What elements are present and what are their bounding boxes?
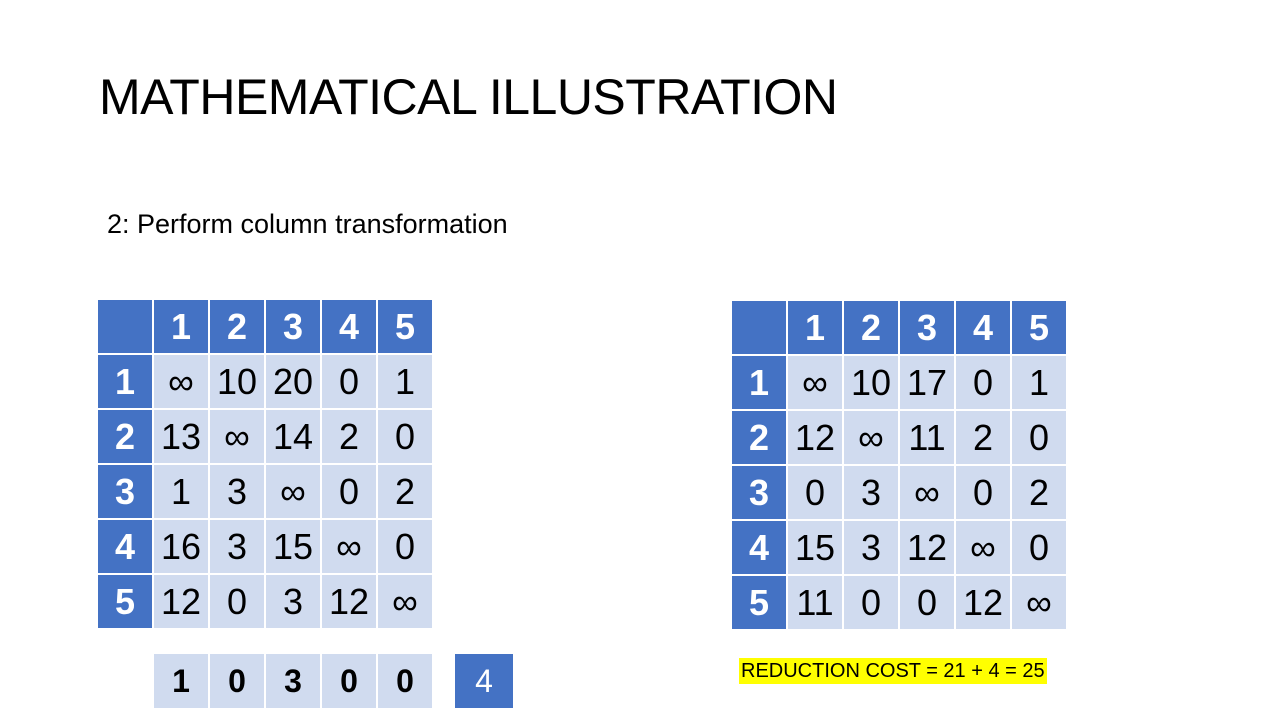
matrix-corner-cell [732, 301, 786, 354]
reduction-value: 3 [266, 654, 320, 708]
reduction-total: 4 [455, 654, 513, 708]
column-header: 5 [378, 300, 432, 353]
matrix-cell: 3 [844, 466, 898, 519]
matrix-cell: 11 [900, 411, 954, 464]
reduction-cost-label: REDUCTION COST = 21 + 4 = 25 [739, 658, 1047, 684]
original-cost-matrix: 1 2 3 4 5 1 ∞ 10 20 0 1 2 13 ∞ 14 2 0 3 … [96, 298, 434, 630]
matrix-row: 5 12 0 3 12 ∞ [98, 575, 432, 628]
matrix-cell: 14 [266, 410, 320, 463]
matrix-row: 1 ∞ 10 17 0 1 [732, 356, 1066, 409]
matrix-cell: 2 [1012, 466, 1066, 519]
matrix-cell: 0 [900, 576, 954, 629]
matrix-cell: ∞ [154, 355, 208, 408]
matrix-cell: 12 [900, 521, 954, 574]
matrix-cell: ∞ [788, 356, 842, 409]
matrix-cell: 0 [210, 575, 264, 628]
matrix-cell: 0 [322, 465, 376, 518]
matrix-cell: 12 [322, 575, 376, 628]
matrix-cell: 2 [322, 410, 376, 463]
matrix-row: 1 ∞ 10 20 0 1 [98, 355, 432, 408]
row-header: 2 [732, 411, 786, 464]
matrix-cell: 0 [844, 576, 898, 629]
matrix-cell: 12 [956, 576, 1010, 629]
slide-title: MATHEMATICAL ILLUSTRATION [99, 69, 838, 125]
matrix-cell: 3 [210, 520, 264, 573]
row-header: 1 [98, 355, 152, 408]
matrix-cell: 10 [210, 355, 264, 408]
matrix-row: 5 11 0 0 12 ∞ [732, 576, 1066, 629]
reduced-cost-matrix: 1 2 3 4 5 1 ∞ 10 17 0 1 2 12 ∞ 11 2 0 3 … [730, 299, 1068, 631]
matrix-cell: 11 [788, 576, 842, 629]
matrix-cell: ∞ [956, 521, 1010, 574]
matrix-cell: 1 [1012, 356, 1066, 409]
matrix-row: 2 13 ∞ 14 2 0 [98, 410, 432, 463]
column-header: 2 [210, 300, 264, 353]
matrix-cell: 16 [154, 520, 208, 573]
row-header: 5 [98, 575, 152, 628]
reduction-value: 0 [322, 654, 376, 708]
matrix-row: 3 0 3 ∞ 0 2 [732, 466, 1066, 519]
matrix-row: 3 1 3 ∞ 0 2 [98, 465, 432, 518]
column-reduction-row: 1 0 3 0 0 [152, 652, 434, 710]
matrix-cell: 0 [378, 520, 432, 573]
matrix-cell: 0 [378, 410, 432, 463]
column-header: 1 [788, 301, 842, 354]
matrix-cell: 0 [956, 466, 1010, 519]
matrix-cell: 3 [266, 575, 320, 628]
row-header: 5 [732, 576, 786, 629]
row-header: 3 [98, 465, 152, 518]
row-header: 4 [98, 520, 152, 573]
matrix-row: 4 15 3 12 ∞ 0 [732, 521, 1066, 574]
slide-subtitle: 2: Perform column transformation [107, 209, 508, 239]
reduction-value: 0 [210, 654, 264, 708]
matrix-cell: ∞ [844, 411, 898, 464]
matrix-cell: ∞ [322, 520, 376, 573]
matrix-cell: 20 [266, 355, 320, 408]
matrix-cell: 15 [266, 520, 320, 573]
matrix-cell: 2 [956, 411, 1010, 464]
matrix-row: 2 12 ∞ 11 2 0 [732, 411, 1066, 464]
matrix-header-row: 1 2 3 4 5 [732, 301, 1066, 354]
column-header: 5 [1012, 301, 1066, 354]
matrix-cell: ∞ [1012, 576, 1066, 629]
column-header: 3 [900, 301, 954, 354]
matrix-cell: 1 [378, 355, 432, 408]
matrix-cell: 0 [1012, 411, 1066, 464]
row-header: 3 [732, 466, 786, 519]
matrix-cell: 17 [900, 356, 954, 409]
matrix-cell: ∞ [266, 465, 320, 518]
matrix-cell: 1 [154, 465, 208, 518]
reduction-value: 0 [378, 654, 432, 708]
matrix-cell: 0 [322, 355, 376, 408]
matrix-row: 4 16 3 15 ∞ 0 [98, 520, 432, 573]
row-header: 2 [98, 410, 152, 463]
row-header: 1 [732, 356, 786, 409]
column-header: 3 [266, 300, 320, 353]
matrix-cell: 0 [788, 466, 842, 519]
column-header: 2 [844, 301, 898, 354]
matrix-cell: 2 [378, 465, 432, 518]
reduction-value: 1 [154, 654, 208, 708]
row-header: 4 [732, 521, 786, 574]
matrix-corner-cell [98, 300, 152, 353]
matrix-cell: 12 [788, 411, 842, 464]
matrix-cell: ∞ [900, 466, 954, 519]
column-header: 4 [956, 301, 1010, 354]
matrix-header-row: 1 2 3 4 5 [98, 300, 432, 353]
column-header: 4 [322, 300, 376, 353]
matrix-cell: 15 [788, 521, 842, 574]
column-header: 1 [154, 300, 208, 353]
matrix-cell: ∞ [378, 575, 432, 628]
matrix-cell: 0 [956, 356, 1010, 409]
matrix-cell: 0 [1012, 521, 1066, 574]
matrix-cell: 3 [844, 521, 898, 574]
matrix-cell: 3 [210, 465, 264, 518]
matrix-cell: 13 [154, 410, 208, 463]
matrix-cell: 12 [154, 575, 208, 628]
matrix-cell: ∞ [210, 410, 264, 463]
matrix-cell: 10 [844, 356, 898, 409]
